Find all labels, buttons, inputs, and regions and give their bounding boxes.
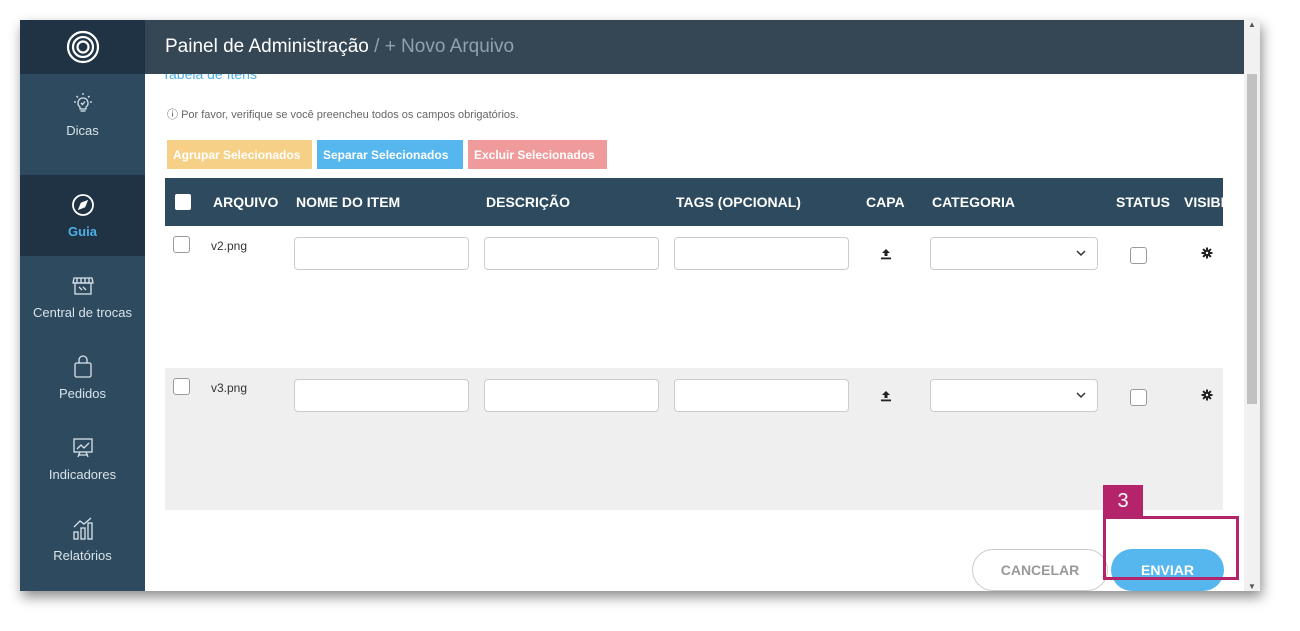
info-icon: ⓘ bbox=[167, 109, 178, 121]
notice-text: Por favor, verifique se você preencheu t… bbox=[181, 109, 519, 121]
column-header-arquivo: ARQUIVO bbox=[213, 194, 279, 210]
vertical-scrollbar[interactable]: ▲ ▼ bbox=[1244, 20, 1260, 591]
sidebar-item-dicas[interactable]: Dicas bbox=[20, 74, 145, 155]
item-name-input[interactable] bbox=[294, 379, 469, 412]
scroll-down-arrow-icon[interactable]: ▼ bbox=[1248, 582, 1256, 591]
sidebar-item-label: Relatórios bbox=[53, 548, 112, 563]
section-title: Tabela de Itens bbox=[162, 74, 257, 82]
column-header-descricao: DESCRIÇÃO bbox=[486, 194, 571, 210]
gear-icon[interactable] bbox=[1201, 246, 1213, 264]
reports-chart-icon bbox=[70, 516, 96, 542]
description-input[interactable] bbox=[484, 379, 659, 412]
sidebar-item-indicadores[interactable]: Indicadores bbox=[20, 418, 145, 499]
item-name-input[interactable] bbox=[294, 237, 469, 270]
column-header-nome-do-item: NOME DO ITEM bbox=[296, 194, 401, 210]
table-row: v3.png bbox=[165, 368, 1223, 510]
sidebar-item-central-de-trocas[interactable]: Central de trocas bbox=[20, 256, 145, 337]
page-title: Painel de Administração bbox=[165, 36, 369, 57]
sidebar-item-pedidos[interactable]: Pedidos bbox=[20, 337, 145, 418]
category-select[interactable] bbox=[930, 237, 1098, 270]
vertical-scrollbar-thumb[interactable] bbox=[1247, 74, 1257, 404]
sidebar-item-label: Dicas bbox=[66, 123, 99, 138]
sidebar-item-label: Guia bbox=[68, 224, 97, 239]
scroll-up-arrow-icon[interactable]: ▲ bbox=[1248, 20, 1256, 29]
sidebar-item-relatorios[interactable]: Relatórios bbox=[20, 499, 145, 580]
app-window: Dicas Guia Central de trocas Pedidos Ind… bbox=[20, 20, 1260, 591]
sidebar-item-label: Central de trocas bbox=[33, 305, 132, 320]
highlight-box bbox=[1103, 516, 1239, 580]
sidebar: Dicas Guia Central de trocas Pedidos Ind… bbox=[20, 20, 145, 591]
description-input[interactable] bbox=[484, 237, 659, 270]
column-header-categoria: CATEGORIA bbox=[932, 194, 1015, 210]
presentation-chart-icon bbox=[70, 435, 96, 461]
required-fields-notice: ⓘ Por favor, verifique se você preencheu… bbox=[167, 106, 519, 122]
store-icon bbox=[70, 273, 96, 299]
row-checkbox[interactable] bbox=[173, 236, 190, 253]
tags-input[interactable] bbox=[674, 237, 849, 270]
column-header-visibilidade: VISIBI bbox=[1184, 194, 1225, 210]
column-header-tags: TAGS (OPCIONAL) bbox=[676, 194, 801, 210]
logo-icon bbox=[66, 30, 99, 64]
tags-input[interactable] bbox=[674, 379, 849, 412]
split-selected-button[interactable]: Separar Selecionados bbox=[317, 140, 463, 169]
cancel-button[interactable]: CANCELAR bbox=[972, 549, 1108, 591]
page-header: Painel de Administração / + Novo Arquivo bbox=[145, 20, 1260, 74]
table-row: v2.png bbox=[165, 226, 1223, 368]
group-selected-button[interactable]: Agrupar Selecionados bbox=[167, 140, 312, 169]
select-all-checkbox[interactable] bbox=[175, 194, 191, 210]
file-name: v2.png bbox=[211, 239, 248, 253]
file-name: v3.png bbox=[211, 381, 248, 395]
upload-icon[interactable] bbox=[880, 247, 892, 265]
chevron-down-icon bbox=[1076, 392, 1086, 399]
compass-icon bbox=[70, 192, 96, 218]
chevron-down-icon bbox=[1076, 250, 1086, 257]
sidebar-item-label: Pedidos bbox=[59, 386, 106, 401]
main-content: Tabela de Itens ⓘ Por favor, verifique s… bbox=[145, 74, 1244, 591]
column-header-capa: CAPA bbox=[866, 194, 905, 210]
gear-icon[interactable] bbox=[1201, 388, 1213, 406]
upload-icon[interactable] bbox=[880, 389, 892, 407]
status-checkbox[interactable] bbox=[1130, 389, 1147, 406]
sidebar-logo[interactable] bbox=[20, 20, 145, 74]
sidebar-item-guia[interactable]: Guia bbox=[20, 175, 145, 256]
breadcrumb-separator: / bbox=[368, 36, 385, 57]
row-checkbox[interactable] bbox=[173, 378, 190, 395]
delete-selected-button[interactable]: Excluir Selecionados bbox=[468, 140, 607, 169]
status-checkbox[interactable] bbox=[1130, 247, 1147, 264]
lightbulb-icon bbox=[70, 91, 96, 117]
column-header-status: STATUS bbox=[1116, 194, 1170, 210]
category-select[interactable] bbox=[930, 379, 1098, 412]
breadcrumb-current: + Novo Arquivo bbox=[384, 36, 515, 57]
shopping-bag-icon bbox=[70, 354, 96, 380]
sidebar-item-label: Indicadores bbox=[48, 467, 117, 482]
table-header: ARQUIVO NOME DO ITEM DESCRIÇÃO TAGS (OPC… bbox=[165, 178, 1225, 226]
step-number-badge: 3 bbox=[1103, 485, 1143, 517]
